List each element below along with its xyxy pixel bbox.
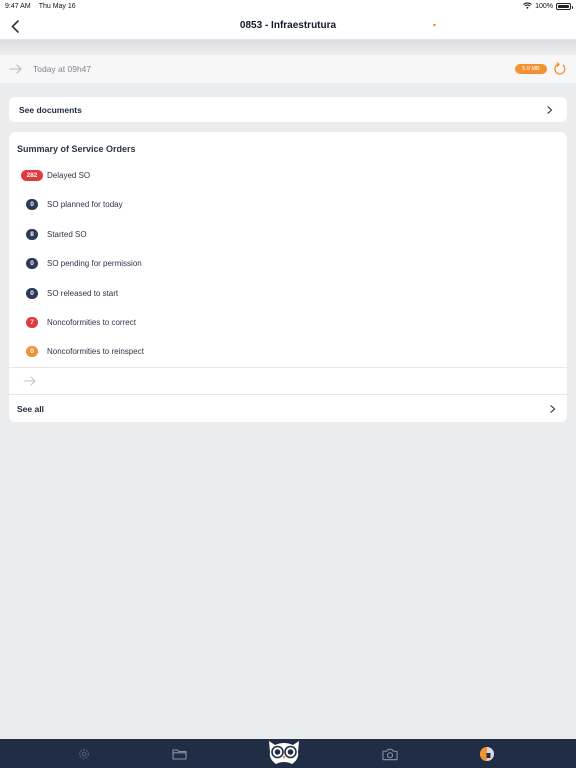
status-time: 9:47 AM bbox=[5, 2, 31, 10]
summary-item-label: SO planned for today bbox=[47, 199, 123, 209]
gear-icon bbox=[79, 749, 89, 759]
chevron-right-icon bbox=[547, 105, 553, 114]
summary-item-label: SO pending for permission bbox=[47, 258, 142, 268]
tab-sync-status[interactable] bbox=[479, 746, 495, 762]
refresh-icon bbox=[554, 62, 566, 75]
see-all-button[interactable]: See all bbox=[9, 395, 567, 422]
summary-item-so-pending-permission[interactable]: 0 SO pending for permission bbox=[17, 255, 557, 271]
navigation-bar: 0853 - Infraestrutura ▾ bbox=[0, 12, 576, 40]
nav-shadow bbox=[0, 40, 576, 52]
tab-documents[interactable] bbox=[171, 746, 187, 762]
summary-item-label: SO released to start bbox=[47, 288, 119, 298]
count-badge: 0 bbox=[26, 345, 38, 357]
data-size-badge: 5.9 MB bbox=[515, 64, 547, 74]
count-badge: 8 bbox=[26, 228, 38, 240]
see-documents-label: See documents bbox=[19, 104, 82, 115]
owl-icon bbox=[269, 741, 299, 768]
summary-item-so-released-to-start[interactable]: 0 SO released to start bbox=[17, 285, 557, 301]
tab-camera[interactable] bbox=[382, 746, 398, 762]
summary-item-label: Started SO bbox=[47, 229, 87, 239]
sync-row: Today at 09h47 5.9 MB bbox=[0, 55, 576, 83]
chevron-right-icon bbox=[550, 404, 556, 413]
summary-item-so-planned-today[interactable]: 0 SO planned for today bbox=[17, 196, 557, 212]
summary-arrow-row[interactable] bbox=[9, 368, 567, 394]
project-dropdown-caret-icon[interactable]: ▾ bbox=[433, 22, 436, 29]
arrow-right-icon bbox=[9, 64, 23, 74]
summary-item-delayed-so[interactable]: 282 Delayed SO bbox=[17, 167, 557, 183]
status-bar: 9:47 AM Thu May 16 100% bbox=[0, 0, 576, 12]
folder-icon bbox=[171, 749, 187, 760]
count-badge: 0 bbox=[26, 257, 38, 269]
summary-item-noncoformities-to-reinspect[interactable]: 0 Noncoformities to reinspect bbox=[17, 343, 557, 359]
summary-item-started-so[interactable]: 8 Started SO bbox=[17, 226, 557, 242]
summary-item-label: Noncoformities to correct bbox=[47, 317, 136, 327]
back-button[interactable] bbox=[8, 19, 22, 33]
chevron-left-icon bbox=[11, 19, 19, 33]
tab-settings[interactable] bbox=[76, 746, 92, 762]
last-sync-text: Today at 09h47 bbox=[33, 64, 92, 74]
sync-status-icon bbox=[480, 747, 494, 761]
count-badge: 7 bbox=[26, 316, 38, 328]
count-badge: 282 bbox=[21, 169, 43, 181]
summary-item-label: Delayed SO bbox=[47, 170, 91, 180]
see-all-label: See all bbox=[17, 404, 44, 414]
battery-percent: 100% bbox=[535, 2, 553, 10]
camera-icon bbox=[382, 748, 398, 760]
summary-title: Summary of Service Orders bbox=[17, 144, 136, 154]
service-orders-summary-card: Summary of Service Orders 282 Delayed SO… bbox=[9, 132, 567, 422]
count-badge: 0 bbox=[26, 287, 38, 299]
summary-item-label: Noncoformities to reinspect bbox=[47, 346, 144, 356]
refresh-button[interactable] bbox=[553, 62, 567, 76]
status-date: Thu May 16 bbox=[38, 2, 76, 10]
tab-home[interactable] bbox=[266, 740, 302, 768]
count-badge: 0 bbox=[26, 198, 38, 210]
page-title[interactable]: 0853 - Infraestrutura bbox=[240, 20, 336, 31]
wifi-icon bbox=[523, 2, 532, 11]
battery-icon bbox=[556, 2, 573, 10]
arrow-right-icon bbox=[23, 376, 36, 386]
summary-item-noncoformities-to-correct[interactable]: 7 Noncoformities to correct bbox=[17, 314, 557, 330]
see-documents-button[interactable]: See documents bbox=[9, 97, 567, 122]
